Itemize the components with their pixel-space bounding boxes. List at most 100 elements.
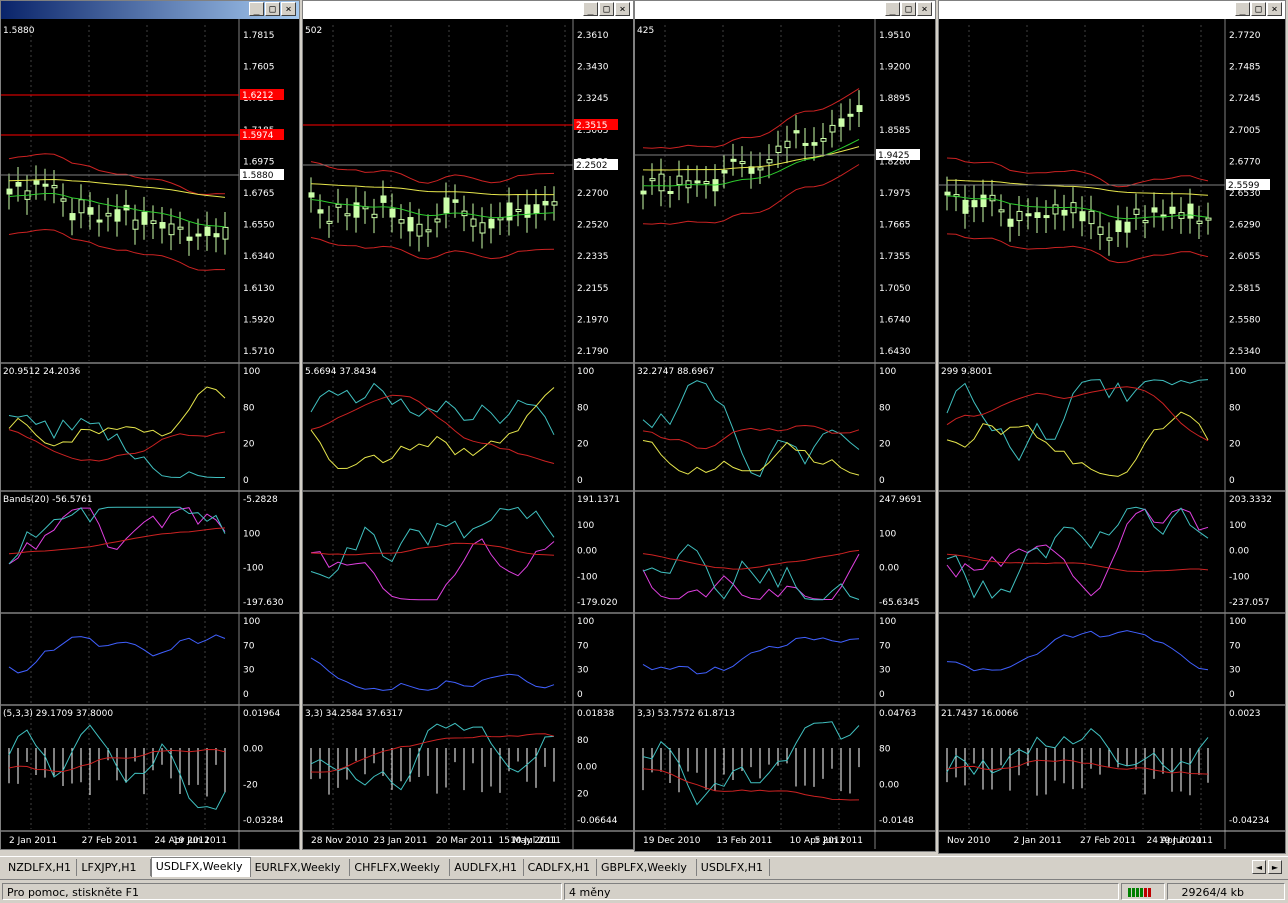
price-marker-label: 1.5974	[242, 131, 274, 141]
tab-usdlfx-h1[interactable]: USDLFX,H1	[697, 859, 771, 876]
tab-lfxjpy-h1[interactable]: LFXJPY,H1	[77, 859, 151, 876]
date-axis-label: 27 Feb 2011	[82, 836, 138, 846]
indicator-scale-label: -0.03284	[243, 816, 284, 826]
price-tick-label: 1.8585	[879, 126, 911, 136]
indicator-scale-label: 100	[577, 367, 594, 377]
maximize-button[interactable]: □	[901, 2, 916, 16]
indicator-scale-label: 0	[577, 690, 583, 700]
tab-audlfx-h1[interactable]: AUDLFX,H1	[450, 859, 524, 876]
close-button[interactable]: ×	[281, 2, 296, 16]
chart-canvas[interactable]: 1.78151.76051.73951.71851.69751.67651.65…	[1, 19, 300, 849]
indicator-scale-label: 0.00	[1229, 547, 1249, 557]
indicator-scale-label: 203.3332	[1229, 495, 1272, 505]
window-titlebar[interactable]: _ □ ×	[303, 1, 633, 19]
chart-window-w1[interactable]: _□×1.78151.76051.73951.71851.69751.67651…	[0, 0, 300, 850]
indicator-scale-label: 0	[243, 690, 249, 700]
indicator-scale-label: 100	[879, 617, 896, 627]
connection-bars-icon	[1128, 888, 1151, 897]
window-titlebar[interactable]: _ □ ×	[635, 1, 935, 19]
price-tick-label: 1.5710	[243, 347, 275, 357]
minimize-button[interactable]: _	[583, 2, 598, 16]
window-titlebar[interactable]: _ □ ×	[939, 1, 1285, 19]
indicator-scale-label: 0.0023	[1229, 709, 1261, 719]
status-traffic: 29264/4 kb	[1167, 883, 1285, 900]
close-button[interactable]: ×	[1267, 2, 1282, 16]
indicator-scale-label: 30	[577, 666, 589, 676]
price-tick-label: 1.6130	[243, 284, 275, 294]
maximize-button[interactable]: □	[599, 2, 614, 16]
maximize-button[interactable]: □	[265, 2, 280, 16]
indicator-label: (5,3,3) 29.1709 37.8000	[3, 709, 113, 719]
price-marker-label: 1.6212	[242, 91, 274, 101]
price-tick-label: 1.8895	[879, 94, 911, 104]
price-tick-label: 1.9200	[879, 63, 911, 73]
indicator-scale-label: 70	[577, 641, 589, 651]
chart-canvas[interactable]: 1.95101.92001.88951.85851.82801.79751.76…	[635, 19, 936, 849]
chart-tab-bar: NZDLFX,H1 LFXJPY,H1 USDLFX,Weekly EURLFX,We…	[0, 856, 1288, 879]
indicator-scale-label: -197.630	[243, 598, 284, 608]
tab-nzdlfx-h1[interactable]: NZDLFX,H1	[4, 859, 78, 876]
indicator-scale-label: 100	[879, 367, 896, 377]
maximize-button[interactable]: □	[1251, 2, 1266, 16]
indicator-scale-label: 0.00	[243, 745, 263, 755]
price-tick-label: 2.5580	[1229, 315, 1261, 325]
indicator-scale-label: 100	[577, 521, 594, 531]
tab-gbplfx-weekly[interactable]: GBPLFX,Weekly	[597, 859, 697, 876]
indicator-scale-label: 0.01838	[577, 709, 614, 719]
close-button[interactable]: ×	[615, 2, 630, 16]
tab-chflfx-weekly[interactable]: CHFLFX,Weekly	[350, 859, 451, 876]
tab-scroll-right-icon[interactable]: ►	[1268, 860, 1282, 874]
indicator-scale-label: 20	[577, 789, 589, 799]
chart-window-w2[interactable]: _□×2.36102.34302.32452.30652.28802.27002…	[302, 0, 634, 850]
minimize-button[interactable]: _	[249, 2, 264, 16]
price-tick-label: 2.6290	[1229, 221, 1261, 231]
minimize-button[interactable]: _	[885, 2, 900, 16]
price-tick-label: 2.2700	[577, 189, 609, 199]
chart-canvas[interactable]: 2.36102.34302.32452.30652.28802.27002.25…	[303, 19, 634, 849]
indicator-scale-label: 191.1371	[577, 495, 620, 505]
indicator-scale-label: 20	[1229, 440, 1241, 450]
indicator-scale-label: -0.06644	[577, 816, 618, 826]
indicator-scale-label: 0.00	[577, 763, 597, 773]
tab-eurlfx-weekly[interactable]: EURLFX,Weekly	[251, 859, 351, 876]
price-tick-label: 2.7720	[1229, 31, 1261, 41]
date-axis-label: 2 Jan 2011	[1014, 836, 1062, 846]
indicator-scale-label: 70	[879, 641, 891, 651]
price-tick-label: 2.2520	[577, 221, 609, 231]
indicator-label: 32.2747 88.6967	[637, 367, 714, 377]
price-tick-label: 2.7485	[1229, 63, 1261, 73]
indicator-label: 5.6694 37.8434	[305, 367, 377, 377]
date-axis-label: 27 Feb 2011	[1080, 836, 1136, 846]
indicator-scale-label: 70	[1229, 641, 1241, 651]
indicator-scale-label: -100	[243, 564, 264, 574]
window-titlebar[interactable]: _ □ ×	[1, 1, 299, 19]
minimize-button[interactable]: _	[1235, 2, 1250, 16]
indicator-label: 3,3) 34.2584 37.6317	[305, 709, 403, 719]
indicator-scale-label: 0	[243, 476, 249, 486]
indicator-scale-label: 247.9691	[879, 495, 922, 505]
indicator-scale-label: -237.057	[1229, 598, 1269, 608]
indicator-scale-label: 0	[1229, 690, 1235, 700]
chart-canvas[interactable]: 2.77202.74852.72452.70052.67702.65302.62…	[939, 19, 1286, 849]
tab-usdlfx-weekly[interactable]: USDLFX,Weekly	[150, 857, 251, 877]
tab-cadlfx-h1[interactable]: CADLFX,H1	[524, 859, 597, 876]
indicator-scale-label: 100	[879, 529, 896, 539]
price-tick-label: 1.6550	[243, 221, 275, 231]
indicator-scale-label: -20	[243, 780, 258, 790]
price-tick-label: 1.7975	[879, 189, 911, 199]
indicator-scale-label: 20	[243, 440, 255, 450]
chart-window-w4[interactable]: _ □ × 2.7720 2.7485 2.7245 2.7005 2.6770 2.6530 2…	[938, 0, 1286, 854]
indicator-scale-label: 80	[879, 745, 891, 755]
date-axis-label: 5 Jun 2011	[815, 836, 863, 846]
chart-window-w3[interactable]: _ □ × 1.9510 1.9200 1.8895 1.8585 1.8280 1.7975 1…	[634, 0, 936, 852]
indicator-scale-label: 100	[243, 529, 260, 539]
status-profile: 4 měny	[564, 883, 1119, 900]
price-marker-label: 1.5880	[242, 171, 274, 181]
indicator-scale-label: 100	[1229, 617, 1246, 627]
close-button[interactable]: ×	[917, 2, 932, 16]
indicator-label: Bands(20) -56.5761	[3, 495, 93, 505]
price-tick-label: 1.7665	[879, 221, 911, 231]
tab-scroll-left-icon[interactable]: ◄	[1252, 860, 1266, 874]
indicator-scale-label: 30	[879, 666, 891, 676]
indicator-scale-label: 100	[577, 617, 594, 627]
